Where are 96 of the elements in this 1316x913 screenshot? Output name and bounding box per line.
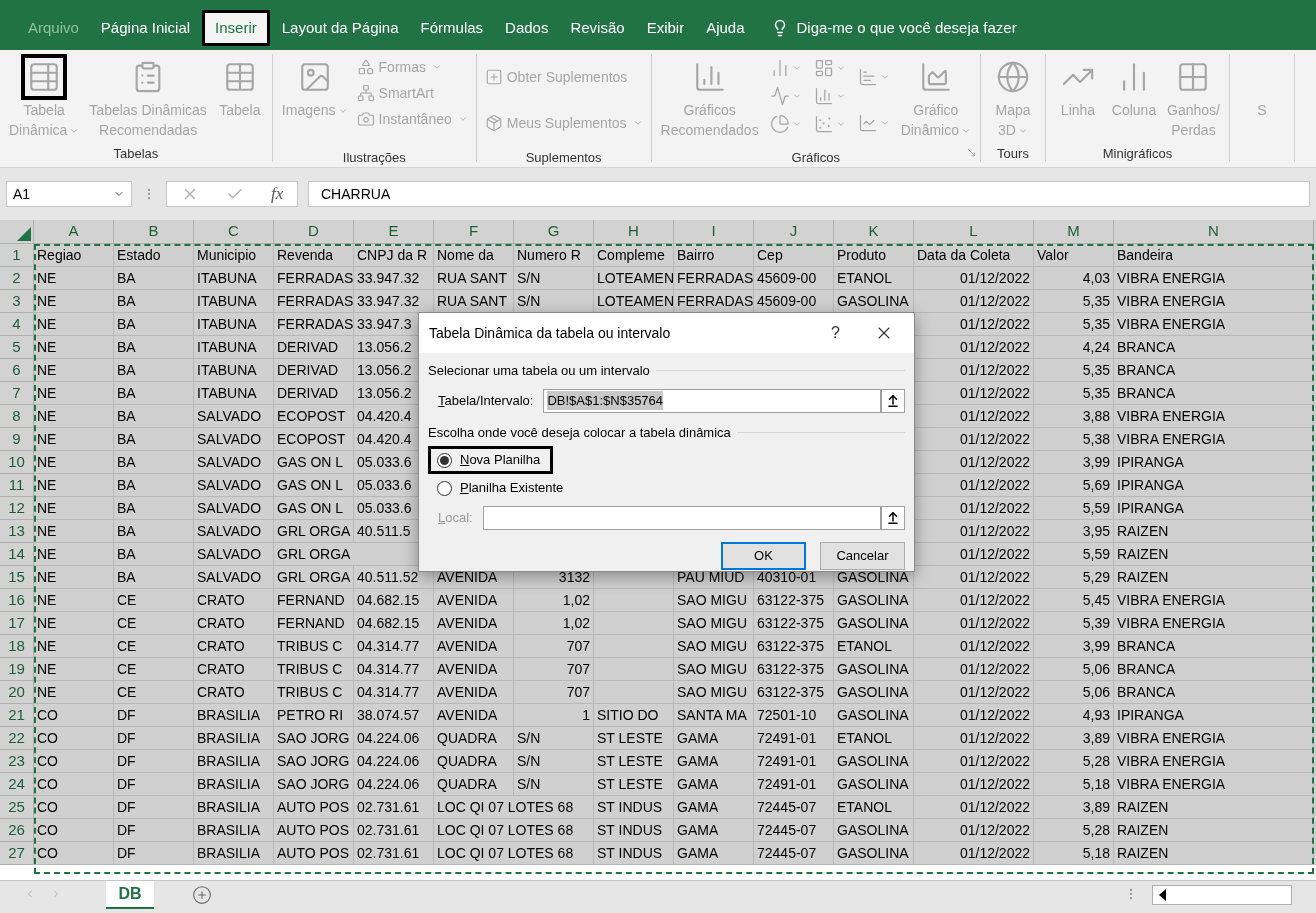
sheet-tab[interactable]: DB <box>106 881 154 909</box>
caret-icon <box>835 63 846 73</box>
menu-tab[interactable]: Dados <box>495 10 559 46</box>
table-cell: CO <box>34 842 114 865</box>
table-cell: 01/12/2022 <box>914 842 1034 865</box>
row-header[interactable]: 25 <box>0 796 34 819</box>
name-box[interactable]: A1 <box>6 181 132 207</box>
scatter-chart-icon <box>813 114 834 134</box>
row-header[interactable]: 15 <box>0 566 34 589</box>
caret-icon <box>879 118 890 128</box>
menu-tab[interactable]: Ajuda <box>696 10 755 46</box>
caret-icon <box>835 91 846 101</box>
pulse-line-icon <box>769 86 790 106</box>
pie-chart-icon <box>769 114 790 134</box>
menu-tab[interactable]: Inserir <box>202 10 270 46</box>
table-cell: 5,18 <box>1034 842 1114 865</box>
row-header[interactable]: 11 <box>0 474 34 497</box>
horizontal-scrollbar[interactable] <box>1152 885 1292 905</box>
row-header[interactable]: 2 <box>0 267 34 290</box>
dialog-launcher-icon[interactable] <box>966 147 977 158</box>
row-header[interactable]: 10 <box>0 451 34 474</box>
row-header[interactable]: 18 <box>0 635 34 658</box>
group-label: Tabelas <box>113 145 159 163</box>
row-header[interactable]: 27 <box>0 842 34 865</box>
row-header[interactable]: 20 <box>0 681 34 704</box>
menu-tab[interactable]: Página Inicial <box>90 10 201 46</box>
row-header[interactable]: 16 <box>0 589 34 612</box>
collapse-button[interactable] <box>881 388 905 413</box>
row-header[interactable]: 5 <box>0 336 34 359</box>
row-header[interactable]: 23 <box>0 750 34 773</box>
group-label: Tours <box>997 145 1029 163</box>
row-header[interactable]: 13 <box>0 520 34 543</box>
plus-square-icon <box>484 68 503 86</box>
dashboard-icon <box>813 58 834 78</box>
caret-icon <box>791 119 802 129</box>
menu-tab[interactable]: Revisão <box>560 10 635 46</box>
radio-option[interactable]: Nova Planilha <box>428 446 554 474</box>
menu-tab[interactable]: Layout da Página <box>271 10 409 46</box>
menu-tab[interactable]: Fórmulas <box>410 10 494 46</box>
row-header[interactable]: 26 <box>0 819 34 842</box>
row-header[interactable]: 8 <box>0 405 34 428</box>
table-cell: RAIZEN <box>1114 842 1314 865</box>
insert-function-button[interactable]: fx <box>271 181 284 207</box>
row-header[interactable]: 17 <box>0 612 34 635</box>
location-field[interactable] <box>482 506 881 530</box>
table-cell: GASOLINA <box>834 842 914 865</box>
row-header[interactable]: 24 <box>0 773 34 796</box>
network-icon <box>356 84 375 102</box>
caret-icon <box>791 91 802 101</box>
caret-icon <box>457 114 468 124</box>
row-header[interactable]: 6 <box>0 359 34 382</box>
caret-icon <box>432 62 442 72</box>
globe-icon <box>996 60 1030 94</box>
camera-icon <box>356 110 375 128</box>
row-header[interactable]: 4 <box>0 313 34 336</box>
row-header[interactable]: 22 <box>0 727 34 750</box>
add-sheet-icon[interactable] <box>192 885 212 905</box>
menu-tab[interactable]: Exibir <box>636 10 695 46</box>
row-header[interactable]: 19 <box>0 658 34 681</box>
table-cell: BRASILIA <box>194 842 274 865</box>
dialog-button[interactable]: Cancelar <box>820 542 905 570</box>
upload-arrow-icon <box>886 393 900 408</box>
bar-chart-icon <box>857 67 878 87</box>
row-header[interactable]: 21 <box>0 704 34 727</box>
table-cell: ST INDUS <box>594 842 674 865</box>
row-header[interactable]: 7 <box>0 382 34 405</box>
row-header[interactable]: 12 <box>0 497 34 520</box>
caret-icon <box>879 72 890 82</box>
group-label: Gráficos <box>791 149 840 167</box>
caret-icon <box>632 118 643 128</box>
group-label: Minigráficos <box>1102 145 1173 163</box>
table-cell: LOC QI 07 LOTES 68 <box>434 842 594 865</box>
histogram-icon <box>813 86 834 106</box>
range-field[interactable]: DB!$A$1:$N$35764 <box>543 388 881 413</box>
collapse-button[interactable] <box>881 506 905 530</box>
table-cell: GAMA <box>674 842 754 865</box>
help-button[interactable]: ? <box>831 321 840 345</box>
tell-me-field[interactable]: Diga-me o que você deseja fazer <box>796 16 1017 40</box>
table-cell: DF <box>114 842 194 865</box>
shapes-icon <box>356 58 375 76</box>
row-header[interactable]: 3 <box>0 290 34 313</box>
line-chart-icon <box>857 113 878 133</box>
package-icon <box>484 114 503 132</box>
caret-icon <box>835 119 846 129</box>
caret-icon <box>791 63 802 73</box>
dialog-button[interactable]: OK <box>721 542 806 570</box>
row-header[interactable]: 9 <box>0 428 34 451</box>
group-label: Ilustrações <box>342 149 406 167</box>
table-cell: AUTO POS <box>274 842 354 865</box>
row-header[interactable]: 14 <box>0 543 34 566</box>
formula-field[interactable]: CHARRUA <box>308 181 1310 207</box>
group-label: Suplementos <box>525 149 602 167</box>
table-cell: 02.731.61 <box>354 842 434 865</box>
table-cell: 72445-07 <box>754 842 834 865</box>
upload-arrow-icon <box>886 511 900 525</box>
row-header[interactable]: 1 <box>0 244 34 267</box>
